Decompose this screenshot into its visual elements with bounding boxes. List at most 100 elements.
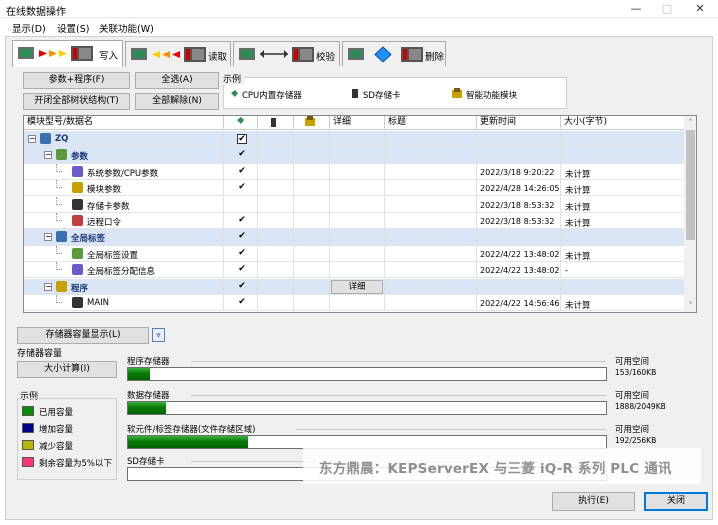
column-divider	[560, 213, 561, 229]
global-label-setting-icon	[72, 247, 83, 259]
col-cpu-memory[interactable]	[224, 116, 258, 130]
write-checkbox[interactable]: ✔	[237, 183, 247, 193]
column-divider	[329, 213, 330, 229]
col-updated[interactable]: 更新时间	[477, 116, 561, 130]
table-row[interactable]: 系统参数/CPU参数 ✔ 2022/3/18 9:20:22 未计算	[24, 163, 684, 181]
remote-password-icon	[72, 215, 83, 226]
column-divider	[223, 278, 224, 295]
collapse-chevron-icon[interactable]: ⩔	[152, 328, 165, 342]
used-capacity-fill	[128, 402, 167, 414]
verify-transfer-icon	[239, 47, 314, 62]
column-divider	[223, 213, 224, 229]
size-value: 未计算	[565, 251, 591, 262]
row-name: 远程口令	[87, 218, 122, 228]
updated-time: 2022/3/18 9:20:22	[480, 167, 555, 177]
column-divider	[476, 163, 477, 180]
write-checkbox[interactable]: ✔	[237, 232, 247, 242]
tree-collapse-icon[interactable]: −	[44, 233, 52, 242]
tab-read-label: 读取	[208, 52, 228, 63]
minimize-button[interactable]: —	[628, 2, 644, 15]
col-sd-card[interactable]	[258, 116, 294, 130]
menu-related-functions[interactable]: 关联功能(W)	[99, 21, 154, 35]
memory-name: SD存储卡	[127, 457, 165, 467]
column-divider	[384, 196, 385, 213]
system-parameter-icon	[72, 165, 83, 177]
column-divider	[293, 295, 294, 311]
close-button[interactable]: 关闭	[644, 492, 708, 511]
grid-vertical-scrollbar[interactable]: ˄ ˅	[684, 116, 696, 312]
write-checkbox[interactable]: ✔	[237, 281, 247, 292]
tab-delete[interactable]: 删除	[342, 41, 446, 66]
column-divider	[257, 180, 258, 197]
table-row[interactable]: − 程序 ✔ 详细	[24, 278, 684, 295]
table-row[interactable]: − 全局标签 ✔	[24, 229, 684, 246]
row-name: 全局标签设置	[87, 250, 139, 261]
param-program-button[interactable]: 参数+程序(F)	[23, 72, 130, 89]
legend-decreased-capacity: 减少容量	[39, 442, 74, 452]
column-divider	[257, 213, 258, 229]
separator-line	[191, 361, 606, 362]
tab-verify[interactable]: 校验	[233, 41, 340, 66]
col-intelligent-module[interactable]	[294, 116, 330, 130]
select-all-button[interactable]: 全选(A)	[135, 72, 219, 89]
detail-button[interactable]: 详细	[331, 279, 383, 294]
storage-capacity-display-button[interactable]: 存储器容量显示(L)	[17, 327, 149, 344]
deselect-all-button[interactable]: 全部解除(N)	[135, 93, 219, 110]
table-row[interactable]: 远程口令 ✔ 2022/3/18 8:53:32 未计算	[24, 213, 684, 230]
scroll-up-arrow-icon[interactable]: ˄	[684, 116, 696, 129]
column-divider	[384, 229, 385, 246]
execute-button[interactable]: 执行(E)	[552, 492, 635, 511]
parameter-folder-icon	[56, 149, 67, 161]
used-capacity-swatch	[22, 406, 34, 416]
tab-write[interactable]: 写入	[12, 40, 123, 67]
table-row[interactable]: MAIN ✔ 2022/4/22 14:56:46 未计算	[24, 295, 684, 312]
table-row[interactable]: 存储卡参数 2022/3/18 8:53:32 未计算	[24, 196, 684, 213]
scroll-down-arrow-icon[interactable]: ˅	[684, 299, 696, 312]
tree-collapse-icon[interactable]: −	[28, 135, 36, 143]
table-row[interactable]: 模块参数 ✔ 2022/4/28 14:26:05 未计算	[24, 180, 684, 197]
row-name: 参数	[71, 152, 89, 163]
column-divider	[223, 229, 224, 246]
menu-display[interactable]: 显示(D)	[12, 21, 46, 35]
size-value: 未计算	[565, 169, 591, 180]
expand-tree-button[interactable]: 开闭全部树状结构(T)	[23, 93, 130, 110]
calc-size-button[interactable]: 大小计算(I)	[17, 361, 117, 378]
col-size[interactable]: 大小(字节)	[561, 116, 684, 130]
write-checkbox[interactable]: ✔	[237, 134, 247, 144]
tree-collapse-icon[interactable]: −	[44, 151, 52, 160]
table-row[interactable]: − 参数 ✔	[24, 147, 684, 164]
column-divider	[257, 295, 258, 311]
separator-line	[191, 395, 606, 396]
tree-collapse-icon[interactable]: −	[44, 282, 52, 291]
column-divider	[329, 295, 330, 311]
write-checkbox[interactable]: ✔	[237, 216, 247, 226]
write-transfer-icon	[18, 46, 93, 61]
col-detail[interactable]: 详细	[330, 116, 385, 130]
column-divider	[560, 131, 561, 147]
col-title[interactable]: 标题	[385, 116, 477, 130]
maximize-button[interactable]: □	[659, 2, 675, 15]
size-value: 未计算	[565, 186, 591, 197]
write-checkbox[interactable]: ✔	[237, 298, 247, 308]
write-checkbox[interactable]: ✔	[237, 166, 247, 177]
used-capacity-fill	[128, 368, 150, 380]
size-value: 未计算	[565, 202, 591, 213]
column-divider	[560, 278, 561, 295]
menu-settings[interactable]: 设置(S)	[57, 21, 89, 35]
memory-name: 数据存储器	[127, 391, 170, 401]
table-row[interactable]: 全局标签设置 ✔ 2022/4/22 13:48:02 未计算	[24, 245, 684, 263]
column-divider	[293, 278, 294, 295]
write-checkbox[interactable]: ✔	[237, 248, 247, 259]
cpu-memory-icon	[237, 117, 244, 124]
close-window-button[interactable]: ✕	[692, 2, 708, 15]
tab-delete-label: 删除	[425, 52, 445, 63]
write-checkbox[interactable]: ✔	[237, 265, 247, 275]
col-module-name[interactable]: 模块型号/数据名	[24, 116, 224, 130]
tab-read[interactable]: 读取	[125, 41, 231, 66]
scroll-thumb[interactable]	[686, 130, 695, 240]
table-row[interactable]: − ZQ ✔	[24, 131, 684, 148]
write-checkbox[interactable]: ✔	[237, 150, 247, 160]
column-divider	[223, 262, 224, 279]
table-row[interactable]: 全局标签分配信息 ✔ 2022/4/22 13:48:02-	[24, 262, 684, 279]
column-divider	[223, 147, 224, 164]
